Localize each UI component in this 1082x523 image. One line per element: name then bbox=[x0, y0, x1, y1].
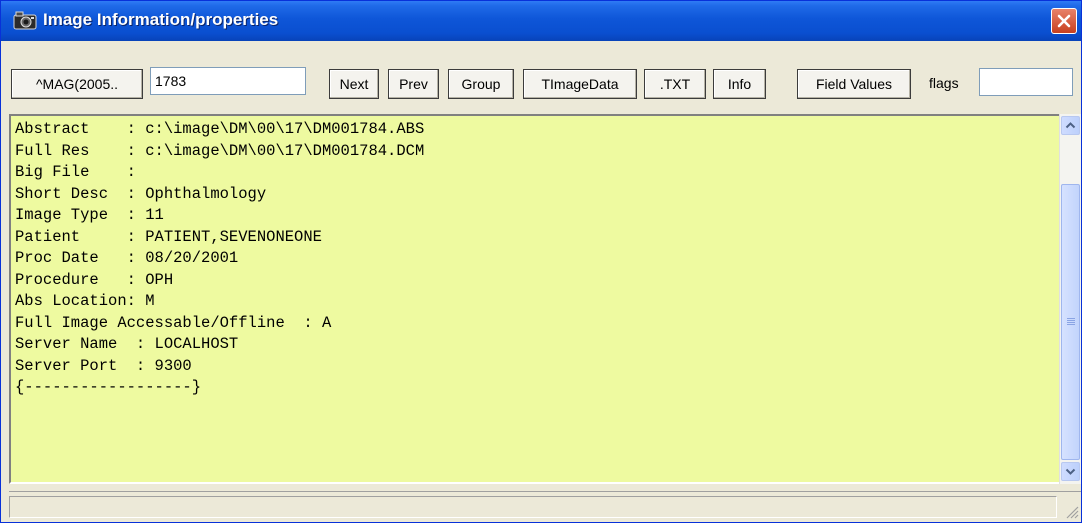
status-panel bbox=[9, 496, 1057, 518]
info-button[interactable]: Info bbox=[713, 69, 766, 99]
info-line: Big File : bbox=[15, 163, 136, 181]
next-button[interactable]: Next bbox=[329, 69, 379, 99]
status-bar bbox=[9, 491, 1081, 521]
prev-button[interactable]: Prev bbox=[388, 69, 439, 99]
mag-global-button[interactable]: ^MAG(2005.. bbox=[11, 69, 143, 99]
info-line: Full Image Accessable/Offline : A bbox=[15, 313, 332, 332]
info-lines: Abstract : c:\image\DM\00\17\DM001784.AB… bbox=[11, 116, 1059, 399]
ien-input[interactable] bbox=[150, 67, 306, 95]
window-title: Image Information/properties bbox=[43, 10, 279, 29]
image-info-window: Image Information/properties ^MAG(2005..… bbox=[0, 0, 1082, 523]
info-line: Full Res : c:\image\DM\00\17\DM001784.DC… bbox=[15, 141, 425, 160]
vertical-scrollbar[interactable] bbox=[1059, 114, 1081, 484]
image-info-text[interactable]: Abstract : c:\image\DM\00\17\DM001784.AB… bbox=[9, 114, 1061, 484]
info-line: Image Type : 11 bbox=[15, 206, 164, 224]
close-button[interactable] bbox=[1051, 8, 1077, 34]
info-line: Short Desc : Ophthalmology bbox=[15, 184, 267, 203]
toolbar: ^MAG(2005.. Next Prev Group TImageData .… bbox=[1, 41, 1081, 113]
flags-input[interactable] bbox=[979, 68, 1073, 96]
info-line: Proc Date : 08/20/2001 bbox=[15, 249, 239, 267]
resize-grip-icon[interactable] bbox=[1063, 503, 1079, 519]
chevron-down-icon bbox=[1065, 468, 1076, 475]
camera-icon bbox=[13, 10, 37, 30]
timagedata-button[interactable]: TImageData bbox=[523, 69, 637, 99]
scroll-up-button[interactable] bbox=[1061, 116, 1080, 135]
group-button[interactable]: Group bbox=[448, 69, 514, 99]
flags-label: flags bbox=[929, 75, 959, 91]
chevron-up-icon bbox=[1065, 122, 1076, 129]
info-line: {------------------} bbox=[15, 378, 202, 396]
scroll-down-button[interactable] bbox=[1061, 462, 1080, 481]
info-line: Abs Location: M bbox=[15, 292, 155, 310]
info-line: Server Port : 9300 bbox=[15, 356, 192, 375]
title-bar[interactable]: Image Information/properties bbox=[1, 1, 1081, 41]
txt-button[interactable]: .TXT bbox=[644, 69, 706, 99]
field-values-button[interactable]: Field Values bbox=[797, 69, 911, 99]
close-icon bbox=[1057, 14, 1071, 28]
scroll-thumb[interactable] bbox=[1061, 184, 1080, 460]
info-line: Server Name : LOCALHOST bbox=[15, 335, 239, 353]
info-line: Abstract : c:\image\DM\00\17\DM001784.AB… bbox=[15, 120, 425, 138]
info-line: Procedure : OPH bbox=[15, 270, 174, 289]
info-line: Patient : PATIENT,SEVENONEONE bbox=[15, 227, 322, 246]
